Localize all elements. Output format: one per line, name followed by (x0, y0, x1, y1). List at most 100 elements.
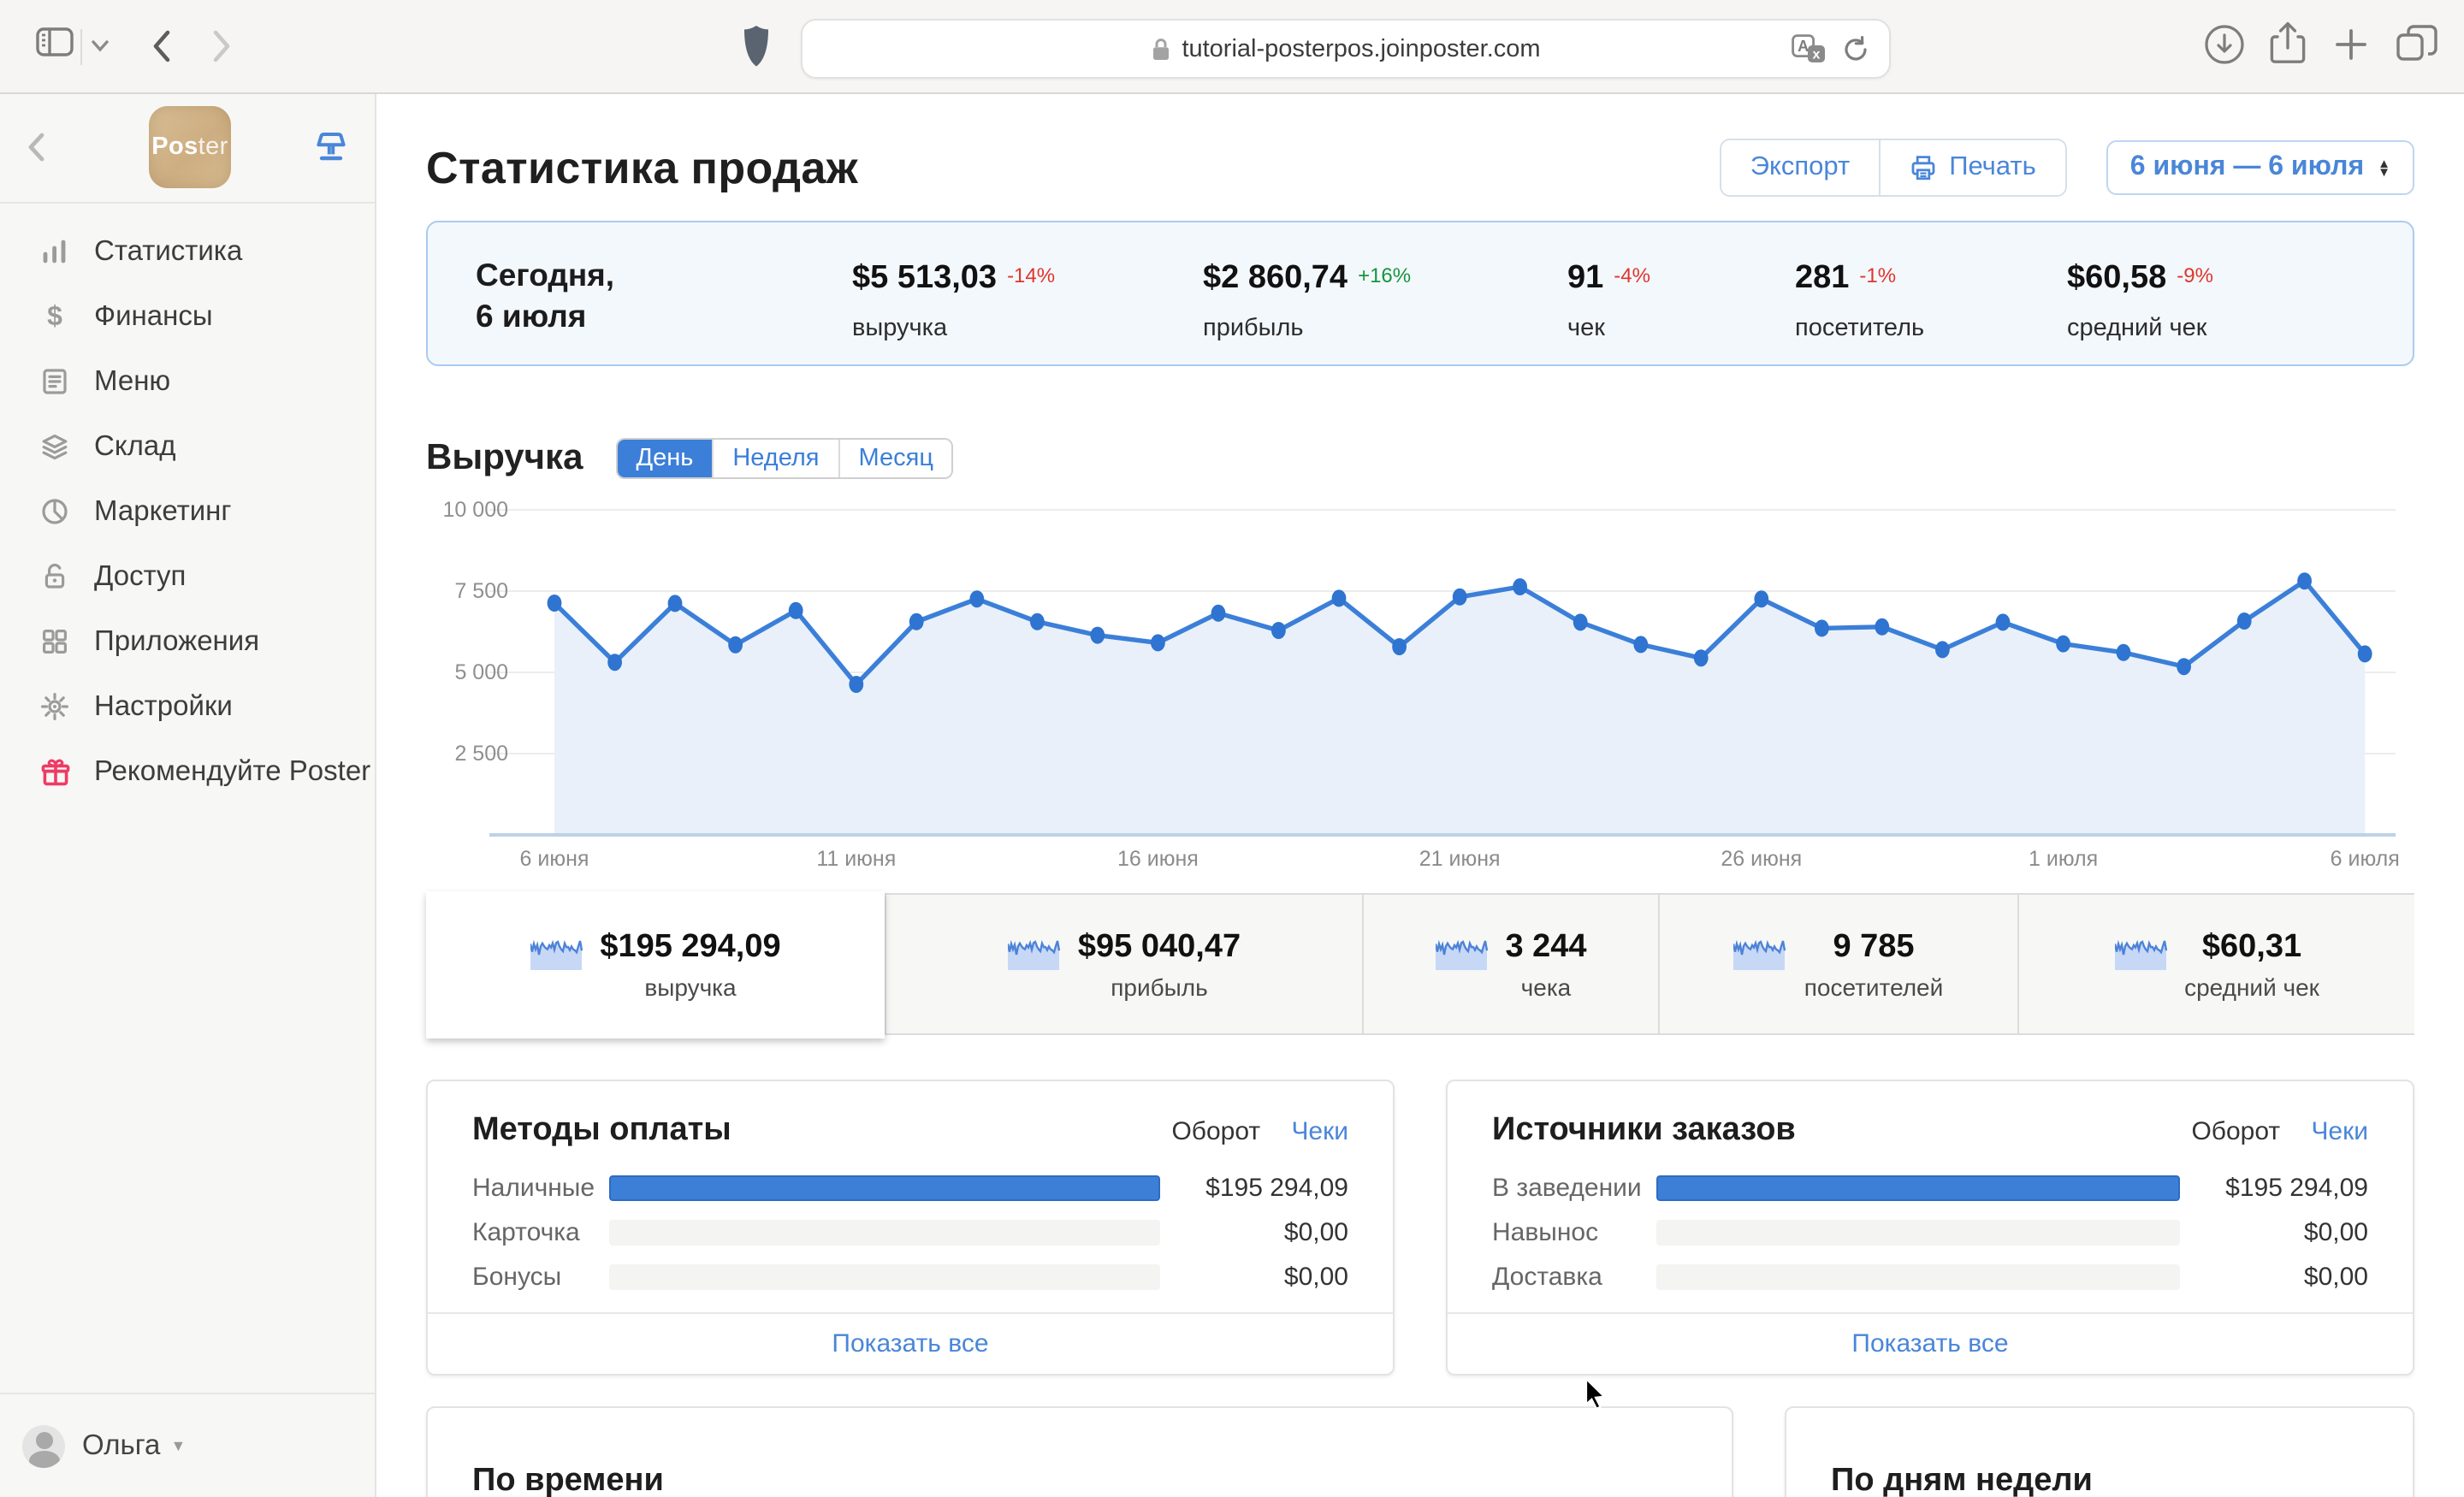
sidebar-item-4[interactable]: Склад (0, 414, 375, 479)
sidebar-toggle-icon[interactable] (36, 27, 74, 56)
bar-row-Бонусы: Бонусы $0,00 (472, 1263, 1348, 1292)
app-frame: Poster Статистика $ Финансы Меню Склад Ма… (0, 94, 2464, 1497)
mode-checks-link[interactable]: Чеки (2311, 1116, 2368, 1145)
row-label: Доставка (1492, 1263, 1602, 1292)
date-range-picker[interactable]: 6 июня — 6 июля ▲ ▼ (2106, 140, 2414, 195)
total-value: 9 785 (1833, 928, 1915, 964)
show-all-link[interactable]: Показать все (1448, 1312, 2413, 1374)
sidebar-item-2[interactable]: $ Финансы (0, 284, 375, 349)
total-value: $60,31 (2201, 928, 2302, 964)
svg-text:2 500: 2 500 (454, 742, 508, 766)
tabs-overview-icon[interactable] (2396, 24, 2438, 65)
date-range-label: 6 июня — 6 июля (2129, 152, 2365, 181)
total-label: посетителей (1804, 973, 1944, 1000)
sidebar-item-label: Статистика (94, 235, 243, 266)
total-card-прибыль[interactable]: $95 040,47 прибыль (885, 893, 1362, 1035)
user-menu[interactable]: Ольга ▼ (0, 1393, 375, 1497)
row-label: Бонусы (472, 1263, 562, 1292)
sparkline-icon (1733, 938, 1786, 969)
total-card-посетителей[interactable]: 9 785 посетителей (1658, 893, 2017, 1035)
header-actions: Экспорт Печать 6 июня — 6 июля ▲ ▼ (1719, 139, 2414, 197)
bottom-panels: По времени По дням недели (426, 1406, 2414, 1497)
row-label: Карточка (472, 1218, 580, 1247)
svg-text:21 июня: 21 июня (1419, 847, 1501, 871)
mode-turnover[interactable]: Оборот (2191, 1116, 2280, 1145)
sidebar-item-9[interactable]: Рекомендуйте Poster (0, 739, 375, 804)
bar-row-Карточка: Карточка $0,00 (472, 1218, 1348, 1247)
mode-turnover[interactable]: Оборот (1171, 1116, 1260, 1145)
dollar-icon: $ (38, 301, 72, 332)
collapse-sidebar-icon[interactable] (24, 130, 46, 164)
poster-logo[interactable]: Poster (149, 106, 231, 188)
lock-icon (1151, 37, 1170, 61)
chevron-down-icon[interactable] (91, 39, 110, 53)
sidebar: Poster Статистика $ Финансы Меню Склад Ма… (0, 94, 376, 1497)
browser-chrome: tutorial-posterpos.joinposter.com Ax (0, 0, 2464, 94)
screen: tutorial-posterpos.joinposter.com Ax Pos… (0, 0, 2464, 1497)
mode-checks-link[interactable]: Чеки (1291, 1116, 1348, 1145)
total-value: $95 040,47 (1077, 928, 1241, 964)
total-label: чека (1520, 973, 1572, 1000)
sidebar-item-6[interactable]: Доступ (0, 544, 375, 609)
today-summary: Сегодня, 6 июля $5 513,03 -14% выручка $2 … (426, 221, 2414, 366)
row-value: $0,00 (2303, 1263, 2368, 1292)
sidebar-item-label: Финансы (94, 300, 213, 331)
sparkline-icon (530, 939, 583, 970)
svg-text:5 000: 5 000 (454, 660, 508, 684)
export-button[interactable]: Экспорт (1721, 140, 1880, 195)
total-value: 3 244 (1505, 928, 1587, 964)
panel-title: По дням недели (1831, 1463, 2093, 1497)
stat-delta: -1% (1859, 263, 1897, 287)
share-icon[interactable] (2269, 21, 2307, 67)
reload-icon[interactable] (1843, 35, 1869, 62)
stat-label: средний чек (2067, 315, 2207, 342)
url-text[interactable]: tutorial-posterpos.joinposter.com (1182, 35, 1540, 62)
svg-text:7 500: 7 500 (454, 579, 508, 603)
bar-row-Наличные: Наличные $195 294,09 (472, 1174, 1348, 1203)
sidebar-item-7[interactable]: Приложения (0, 609, 375, 674)
gear-icon (38, 691, 72, 722)
row-value: $195 294,09 (1205, 1174, 1348, 1203)
stat-label: прибыль (1203, 315, 1304, 342)
svg-text:26 июня: 26 июня (1721, 847, 1802, 871)
bar-row-Доставка: Доставка $0,00 (1492, 1263, 2368, 1292)
main-content: Статистика продаж Экспорт Печать 6 июня … (376, 94, 2464, 1497)
forward-icon[interactable] (212, 29, 233, 63)
page-title: Статистика продаж (426, 141, 858, 192)
svg-text:A: A (1798, 38, 1809, 55)
total-card-чека[interactable]: 3 244 чека (1362, 893, 1658, 1035)
sidebar-item-5[interactable]: Маркетинг (0, 479, 375, 544)
download-icon[interactable] (2204, 24, 2245, 65)
show-all-link[interactable]: Показать все (428, 1312, 1393, 1374)
sidebar-item-label: Настройки (94, 690, 233, 721)
stat-value: $2 860,74 (1203, 260, 1348, 296)
bar-fill (609, 1175, 1160, 1201)
grid-icon (38, 626, 72, 657)
total-label: выручка (644, 973, 737, 1001)
address-bar[interactable]: tutorial-posterpos.joinposter.com Ax (801, 19, 1891, 79)
new-tab-icon[interactable] (2334, 27, 2368, 62)
svg-text:6 июля: 6 июля (2331, 847, 2400, 871)
sidebar-item-8[interactable]: Настройки (0, 674, 375, 739)
translate-icon[interactable]: Ax (1792, 34, 1826, 63)
total-card-средний-чек[interactable]: $60,31 средний чек (2017, 893, 2414, 1035)
back-icon[interactable] (151, 29, 171, 63)
panel-title: Источники заказов (1492, 1112, 1796, 1148)
print-button[interactable]: Печать (1879, 140, 2065, 195)
sidebar-menu: Статистика $ Финансы Меню Склад Маркетинг… (0, 204, 375, 804)
pos-terminal-icon[interactable] (310, 128, 352, 168)
tab-неделя[interactable]: Неделя (712, 440, 838, 477)
revenue-title: Выручка (426, 438, 583, 477)
row-label: Наличные (472, 1174, 595, 1203)
middle-panels: Методы оплаты Оборот Чеки Наличные $195 … (426, 1080, 2414, 1376)
total-card-выручка[interactable]: $195 294,09 выручка (426, 891, 885, 1038)
sidebar-item-3[interactable]: Меню (0, 349, 375, 414)
by-time-panel: По времени (426, 1406, 1733, 1497)
shield-icon[interactable] (743, 24, 770, 68)
tab-день[interactable]: День (617, 440, 713, 477)
row-label: Навынос (1492, 1218, 1599, 1247)
sidebar-item-1[interactable]: Статистика (0, 219, 375, 284)
stat-delta: -4% (1614, 263, 1650, 287)
stat-label: посетитель (1795, 315, 1925, 342)
tab-месяц[interactable]: Месяц (838, 440, 952, 477)
